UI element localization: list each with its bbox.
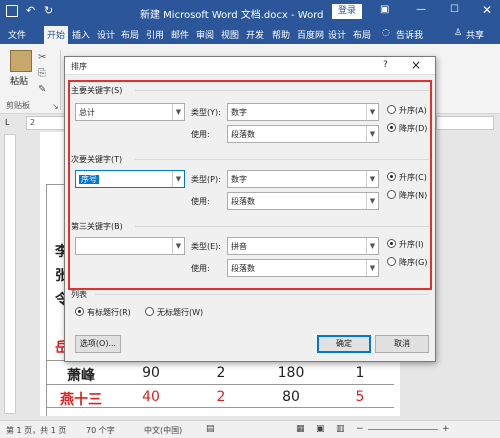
group-divider (60, 50, 61, 110)
ruler-left-mark: 2 (30, 118, 36, 127)
no-header-label[interactable]: 无标题行(W) (157, 307, 203, 318)
undo-icon[interactable]: ↶ (26, 4, 35, 17)
table-cell: 90 (142, 365, 160, 381)
dialog-title: 排序 (71, 62, 87, 71)
zoom-in-icon[interactable]: + (442, 424, 450, 434)
maximize-icon[interactable]: ☐ (450, 4, 459, 15)
title-bar: ↶ ↻ 新建 Microsoft Word 文档.docx - Word 登录 … (0, 0, 500, 24)
word-count[interactable]: 70 个字 (86, 425, 115, 436)
tab-references[interactable]: 引用 (146, 28, 164, 41)
vertical-ruler (4, 134, 16, 414)
help-button[interactable]: ? (383, 60, 388, 70)
separator (95, 294, 429, 295)
table-cell: 5 (355, 389, 365, 405)
tab-view[interactable]: 视图 (221, 28, 239, 41)
table-cell: 1 (355, 365, 365, 381)
tab-layout[interactable]: 布局 (121, 28, 139, 41)
has-header-label[interactable]: 有标题行(R) (87, 307, 131, 318)
table-cell: 萧峰 (67, 368, 95, 384)
cancel-button[interactable]: 取消 (375, 335, 429, 353)
page-count[interactable]: 第 1 页，共 1 页 (6, 425, 66, 436)
table-row: 萧峰 90 2 180 1 (46, 360, 394, 384)
tab-home[interactable]: 开始 (44, 26, 69, 44)
ribbon-tabs: 文件 开始 插入 设计 布局 引用 邮件 审阅 视图 开发 帮助 百度网 设计 … (0, 24, 500, 44)
ribbon-options-icon[interactable]: ▣ (380, 4, 389, 15)
tab-help[interactable]: 帮助 (272, 28, 290, 41)
copy-icon[interactable]: ⎘ (38, 68, 46, 79)
clipboard-group-label: 剪贴板 (6, 101, 30, 110)
cut-icon[interactable]: ✂ (38, 52, 46, 63)
table-cell: 燕十三 (60, 392, 102, 408)
minimize-icon[interactable]: — (416, 4, 426, 15)
tab-review[interactable]: 审阅 (196, 28, 214, 41)
table-cell: 2 (216, 365, 226, 381)
login-button[interactable]: 登录 (332, 4, 362, 19)
tab-table-layout[interactable]: 布局 (353, 28, 371, 41)
redo-icon[interactable]: ↻ (44, 4, 53, 17)
options-button[interactable]: 选项(O)... (75, 335, 121, 353)
language-status[interactable]: 中文(中国) (144, 425, 182, 436)
table-cell: 2 (216, 389, 226, 405)
lightbulb-icon: ◌ (382, 28, 390, 38)
tab-baidu[interactable]: 百度网 (297, 28, 324, 41)
close-icon[interactable]: ✕ (482, 3, 492, 17)
read-mode-icon[interactable]: ▦ (296, 424, 305, 434)
paste-icon[interactable] (10, 50, 32, 72)
no-header-radio[interactable] (145, 307, 154, 316)
highlight-annotation (68, 80, 432, 290)
tab-file[interactable]: 文件 (8, 28, 26, 41)
tab-developer[interactable]: 开发 (246, 28, 264, 41)
table-row: 燕十三 40 2 80 5 (46, 384, 394, 408)
tell-me[interactable]: 告诉我 (396, 28, 423, 41)
ok-button[interactable]: 确定 (317, 335, 371, 353)
tab-design[interactable]: 设计 (97, 28, 115, 41)
zoom-out-icon[interactable]: − (356, 424, 364, 434)
tab-table-design[interactable]: 设计 (328, 28, 346, 41)
tab-mailings[interactable]: 邮件 (171, 28, 189, 41)
share-icon: ♙ (454, 28, 463, 38)
dialog-close-button[interactable]: × (411, 58, 421, 72)
zoom-slider[interactable] (368, 429, 438, 430)
status-bar: 第 1 页，共 1 页 70 个字 中文(中国) ▤ ▦ ▣ ▥ − + (0, 420, 500, 438)
print-layout-icon[interactable]: ▣ (316, 424, 325, 434)
save-icon[interactable] (6, 5, 18, 17)
web-layout-icon[interactable]: ▥ (336, 424, 345, 434)
table-cell: 180 (277, 365, 305, 381)
ruler-bar-right (436, 116, 494, 130)
tab-selector-icon[interactable]: L (5, 118, 9, 127)
dialog-launcher-icon[interactable]: ↘ (52, 102, 59, 111)
share-button[interactable]: 共享 (466, 28, 484, 41)
table-cell: 40 (142, 389, 160, 405)
dialog-title-bar: 排序 ? × (65, 57, 435, 75)
window-title: 新建 Microsoft Word 文档.docx - Word (140, 10, 324, 21)
has-header-radio[interactable] (75, 307, 84, 316)
paste-label[interactable]: 粘贴 (10, 74, 28, 87)
format-painter-icon[interactable]: ✎ (38, 84, 46, 95)
macro-icon[interactable]: ▤ (206, 424, 215, 434)
table-cell: 80 (282, 389, 300, 405)
list-heading: 列表 (71, 290, 87, 299)
tab-insert[interactable]: 插入 (72, 28, 90, 41)
